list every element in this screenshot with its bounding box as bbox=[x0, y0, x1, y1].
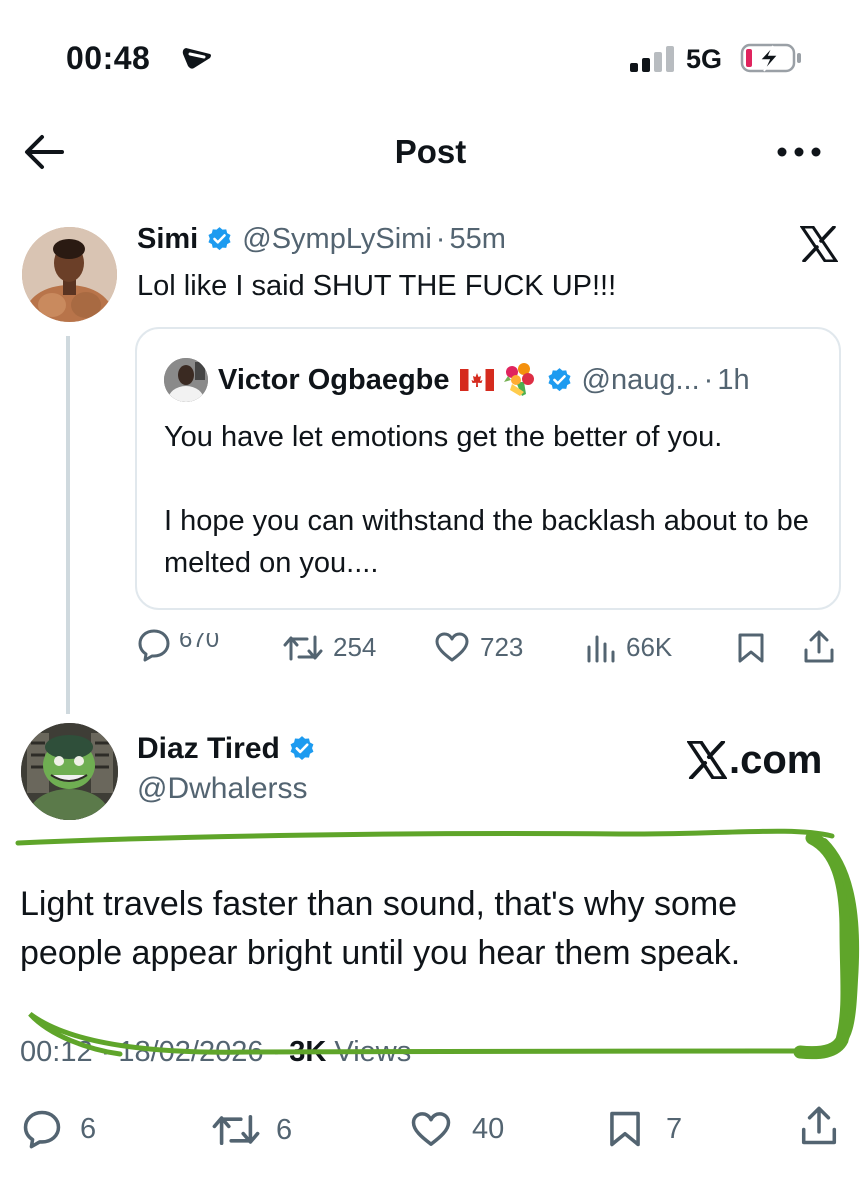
main-author-name[interactable]: Diaz Tired bbox=[137, 732, 280, 766]
views-button[interactable]: 66K bbox=[586, 632, 672, 663]
repost-button[interactable]: 254 bbox=[283, 632, 376, 663]
reply-button[interactable]: 670 670 bbox=[137, 628, 219, 662]
network-type: 5G bbox=[686, 44, 723, 74]
like-count: 40 bbox=[472, 1112, 505, 1145]
author-name[interactable]: Simi bbox=[137, 223, 198, 256]
page-title: Post bbox=[394, 133, 467, 170]
heart-icon bbox=[411, 1112, 451, 1146]
repost-icon bbox=[212, 1115, 260, 1145]
share-icon[interactable] bbox=[800, 1106, 838, 1146]
views-chart-icon bbox=[587, 635, 615, 662]
repost-icon bbox=[283, 635, 323, 660]
quoted-paragraph: I hope you can withstand the backlash ab… bbox=[164, 505, 809, 579]
separator-dot: · bbox=[435, 223, 446, 255]
verified-badge-icon bbox=[208, 227, 231, 251]
main-post-text: Light travels faster than sound, that's … bbox=[20, 885, 741, 972]
quoted-author-handle[interactable]: @naug... bbox=[582, 364, 700, 397]
parent-post-text: Lol like I said SHUT THE FUCK UP!!! bbox=[137, 270, 617, 302]
reply-count-rolling: 670 670 bbox=[179, 633, 219, 657]
quoted-paragraph: You have let emotions get the better of … bbox=[164, 421, 723, 453]
verified-badge-icon bbox=[290, 736, 314, 760]
share-icon[interactable] bbox=[803, 630, 835, 664]
like-button[interactable]: 40 bbox=[410, 1110, 504, 1148]
bookmark-icon bbox=[610, 1111, 640, 1147]
bouquet-emoji-icon bbox=[503, 363, 534, 396]
verified-badge-icon bbox=[548, 367, 571, 391]
avatar[interactable] bbox=[22, 227, 117, 322]
reply-button[interactable]: 6 bbox=[22, 1109, 96, 1149]
separator-dot: · bbox=[703, 363, 714, 396]
bookmark-button[interactable]: 7 bbox=[608, 1110, 682, 1148]
post-time[interactable]: 55m bbox=[449, 223, 505, 256]
reply-count: 670 bbox=[179, 633, 220, 653]
heart-icon bbox=[435, 632, 469, 662]
canada-flag-icon bbox=[459, 369, 494, 391]
bookmark-icon[interactable] bbox=[737, 632, 765, 664]
status-time: 00:48 bbox=[66, 40, 151, 76]
post-meta: 00:12 · 18/02/2026 · 3K Views bbox=[20, 1036, 411, 1069]
x-logo-icon bbox=[800, 226, 838, 262]
sleep-focus-icon bbox=[182, 48, 211, 69]
repost-button[interactable]: 6 bbox=[212, 1112, 292, 1148]
thread-connector-line bbox=[66, 336, 70, 714]
bookmark-count: 7 bbox=[666, 1112, 683, 1145]
parent-post-header: Simi @SympLySimi · 55m bbox=[137, 223, 506, 256]
views-count: 66K bbox=[626, 632, 673, 662]
signal-bars-icon bbox=[630, 46, 674, 72]
main-author-handle[interactable]: @Dwhalerss bbox=[137, 772, 308, 806]
main-author-name-row: Diaz Tired bbox=[137, 732, 325, 766]
reply-icon bbox=[138, 629, 170, 662]
author-handle[interactable]: @SympLySimi bbox=[242, 223, 432, 256]
repost-count: 6 bbox=[276, 1113, 293, 1146]
watermark-text: .com bbox=[729, 737, 823, 782]
reply-count: 6 bbox=[80, 1112, 97, 1145]
x-com-watermark: .com bbox=[687, 738, 822, 782]
views-count[interactable]: 3K bbox=[289, 1036, 326, 1068]
quoted-author-name[interactable]: Victor Ogbaegbe bbox=[218, 364, 450, 397]
quoted-post-header: Victor Ogbaegbe @naug... · 1h bbox=[164, 358, 750, 402]
battery-charging-icon bbox=[740, 43, 801, 73]
like-count: 723 bbox=[480, 631, 524, 662]
views-label: Views bbox=[326, 1036, 412, 1068]
quoted-post-text: You have let emotions get the better of … bbox=[164, 416, 824, 584]
avatar[interactable] bbox=[164, 358, 208, 402]
quoted-post-time[interactable]: 1h bbox=[717, 364, 749, 397]
repost-count: 254 bbox=[333, 632, 377, 662]
x-logo-icon bbox=[687, 741, 727, 779]
like-button[interactable]: 723 bbox=[434, 631, 523, 663]
reply-icon bbox=[23, 1110, 61, 1149]
avatar[interactable] bbox=[21, 723, 118, 820]
more-options-icon[interactable] bbox=[776, 144, 822, 160]
post-timestamp: 00:12 · 18/02/2026 · bbox=[20, 1036, 290, 1068]
